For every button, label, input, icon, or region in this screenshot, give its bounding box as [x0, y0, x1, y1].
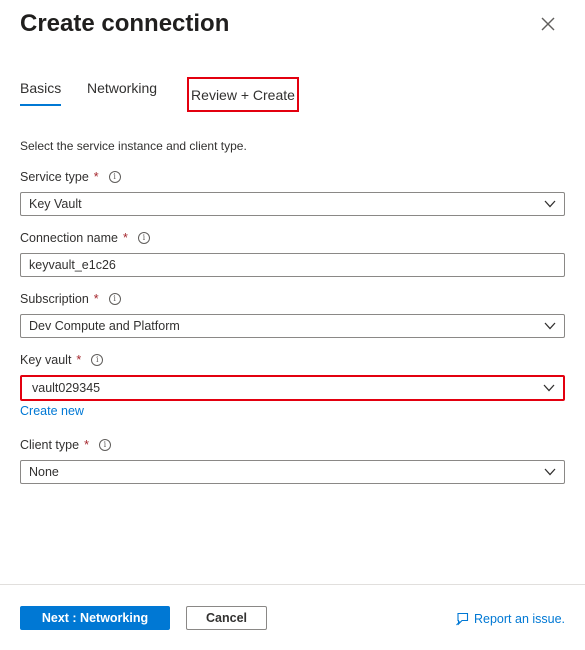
key-vault-select[interactable]: vault029345	[20, 375, 565, 401]
feedback-icon	[456, 612, 469, 626]
required-asterisk: *	[76, 353, 82, 367]
connection-name-value: keyvault_e1c26	[29, 258, 116, 272]
info-icon[interactable]: i	[91, 354, 104, 366]
subscription-label-text: Subscription	[20, 292, 89, 306]
close-icon[interactable]	[539, 15, 557, 33]
connection-name-label: Connection name * i	[20, 230, 150, 246]
tab-networking[interactable]: Networking	[87, 78, 157, 98]
subscription-label: Subscription * i	[20, 291, 121, 307]
service-type-label: Service type * i	[20, 169, 121, 185]
section-description: Select the service instance and client t…	[20, 139, 247, 153]
chevron-down-icon	[544, 200, 556, 208]
info-icon[interactable]: i	[137, 232, 150, 244]
service-type-value: Key Vault	[29, 197, 82, 211]
connection-name-input[interactable]: keyvault_e1c26	[20, 253, 565, 277]
subscription-select[interactable]: Dev Compute and Platform	[20, 314, 565, 338]
tab-review-create-highlight[interactable]: Review + Create	[187, 77, 299, 112]
footer-divider	[0, 584, 585, 585]
chevron-down-icon	[543, 384, 555, 392]
report-issue-label: Report an issue.	[474, 612, 566, 626]
service-type-label-text: Service type	[20, 170, 89, 184]
chevron-down-icon	[544, 322, 556, 330]
chevron-down-icon	[544, 468, 556, 476]
required-asterisk: *	[84, 438, 89, 452]
dialog-title: Create connection	[20, 10, 230, 37]
service-type-select[interactable]: Key Vault	[20, 192, 565, 216]
info-icon[interactable]: i	[108, 171, 121, 183]
cancel-button[interactable]: Cancel	[186, 606, 267, 630]
info-icon[interactable]: i	[108, 293, 121, 305]
tab-basics[interactable]: Basics	[20, 78, 62, 106]
subscription-value: Dev Compute and Platform	[29, 319, 180, 333]
required-asterisk: *	[122, 231, 128, 245]
next-networking-button[interactable]: Next : Networking	[20, 606, 170, 630]
client-type-select[interactable]: None	[20, 460, 565, 484]
tab-review-create[interactable]: Review + Create	[191, 85, 295, 105]
key-vault-label: Key vault * i	[20, 352, 104, 368]
required-asterisk: *	[93, 170, 99, 184]
connection-name-label-text: Connection name	[20, 231, 118, 245]
info-icon[interactable]: i	[98, 439, 111, 451]
client-type-label: Client type * i	[20, 437, 111, 453]
create-connection-dialog: Create connection Basics Networking Revi…	[0, 0, 585, 650]
client-type-value: None	[29, 465, 59, 479]
key-vault-label-text: Key vault	[20, 353, 72, 367]
client-type-label-text: Client type	[20, 438, 80, 452]
create-new-link[interactable]: Create new	[20, 403, 84, 419]
required-asterisk: *	[93, 292, 99, 306]
key-vault-value: vault029345	[32, 381, 101, 395]
report-issue-link[interactable]: Report an issue.	[455, 610, 565, 628]
